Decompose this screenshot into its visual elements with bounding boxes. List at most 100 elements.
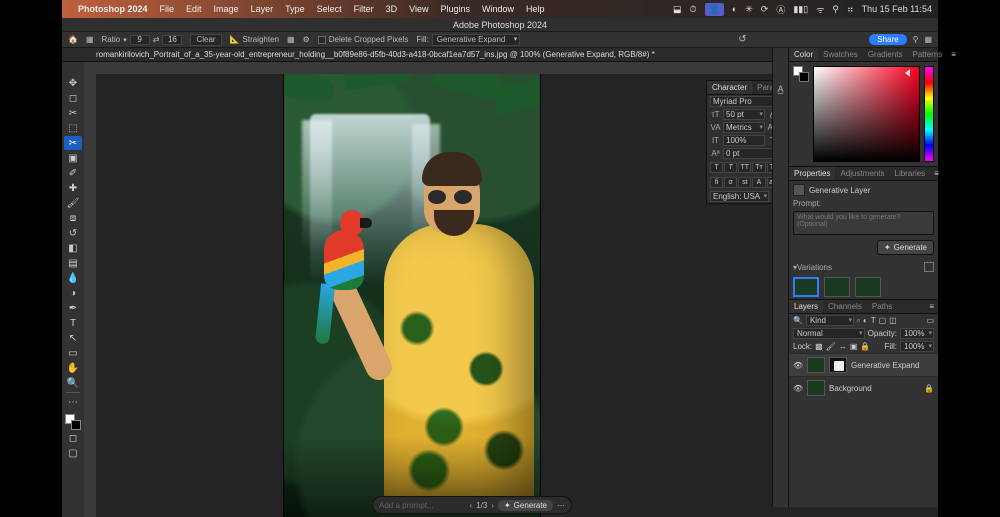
menu-type[interactable]: Type <box>285 4 305 14</box>
allcaps-button[interactable]: TT <box>738 162 751 173</box>
menu-select[interactable]: Select <box>317 4 342 14</box>
opentype-A[interactable]: A <box>752 177 765 188</box>
tab-patterns[interactable]: Patterns <box>908 48 948 61</box>
opentype-st[interactable]: st <box>738 177 751 188</box>
layers-panel-menu-icon[interactable]: ≡ <box>925 300 938 313</box>
genbar-next-icon[interactable]: › <box>491 501 494 510</box>
genbar-generate-button[interactable]: ✦Generate <box>498 500 553 511</box>
clone-stamp-tool[interactable]: ⧈ <box>64 211 82 225</box>
layer-background[interactable]: 👁 Background 🔒 <box>789 376 938 399</box>
frame-tool[interactable]: ▣ <box>64 151 82 165</box>
pen-tool[interactable]: ✒ <box>64 301 82 315</box>
tab-gradients[interactable]: Gradients <box>863 48 908 61</box>
crop-preset-icon[interactable]: ▦ <box>86 35 94 44</box>
marquee-tool[interactable]: ◻ <box>64 91 82 105</box>
filter-type-icon[interactable]: T <box>871 316 876 325</box>
hand-tool[interactable]: ✋ <box>64 361 82 375</box>
color-field[interactable] <box>813 66 920 162</box>
menu-window[interactable]: Window <box>482 4 514 14</box>
screen-mode-icon[interactable]: ▢ <box>64 446 82 460</box>
tab-swatches[interactable]: Swatches <box>818 48 863 61</box>
baseline-input[interactable]: 0 pt <box>723 148 775 159</box>
lock-image-icon[interactable]: 🖌 <box>826 342 836 351</box>
zoom-tool[interactable]: 🔍 <box>64 376 82 390</box>
menu-file[interactable]: File <box>160 4 175 14</box>
brush-tool[interactable]: 🖌 <box>64 196 82 210</box>
layer-thumbnail[interactable] <box>807 380 825 396</box>
ratio-height-input[interactable] <box>162 35 182 45</box>
ratio-width-input[interactable] <box>130 35 150 45</box>
document-canvas[interactable] <box>284 74 540 517</box>
user-icon[interactable]: Ⓐ <box>776 3 785 16</box>
tab-layers[interactable]: Layers <box>789 300 823 313</box>
delete-cropped-checkbox[interactable] <box>318 36 326 44</box>
tab-libraries[interactable]: Libraries <box>890 167 931 180</box>
font-size-input[interactable]: 50 pt <box>723 109 765 120</box>
menu-image[interactable]: Image <box>214 4 239 14</box>
eyedropper-tool[interactable]: ✐ <box>64 166 82 180</box>
time-tracker-icon[interactable]: ⏱ <box>690 4 697 15</box>
dodge-tool[interactable]: ◑ <box>64 286 82 300</box>
edit-toolbar-icon[interactable]: ⋯ <box>64 395 82 409</box>
blend-mode-dropdown[interactable]: Normal <box>793 328 865 339</box>
tab-color[interactable]: Color <box>789 48 818 61</box>
clock[interactable]: Thu 15 Feb 11:54 <box>862 4 932 14</box>
filter-pixel-icon[interactable]: ▫ <box>857 316 860 325</box>
lock-transparent-icon[interactable]: ▩ <box>815 342 823 351</box>
app-menu[interactable]: Photoshop 2024 <box>78 4 148 14</box>
layer-visibility-icon[interactable]: 👁 <box>793 384 803 393</box>
workspace-icon[interactable]: ▦ <box>924 35 932 44</box>
menu-plugins[interactable]: Plugins <box>440 4 470 14</box>
opacity-input[interactable]: 100% <box>900 328 934 339</box>
layer-mask-thumbnail[interactable] <box>829 357 847 373</box>
filter-shape-icon[interactable]: ▢ <box>879 316 887 325</box>
clear-button[interactable]: Clear <box>190 34 221 46</box>
variation-2[interactable] <box>824 277 850 297</box>
hue-slider[interactable] <box>924 66 934 162</box>
language-dropdown[interactable]: English: USA <box>710 191 769 202</box>
status-icon[interactable]: ◐ <box>732 4 737 14</box>
fill-dropdown[interactable]: Generative Expand <box>432 34 521 46</box>
layer-generative-expand[interactable]: 👁 Generative Expand <box>789 353 938 376</box>
straighten-icon[interactable]: 📐 <box>230 35 240 44</box>
filter-smart-icon[interactable]: ◫ <box>889 316 897 325</box>
dropbox-icon[interactable]: ⬓ <box>673 4 682 15</box>
ruler-vertical[interactable] <box>84 74 96 517</box>
straighten-label[interactable]: Straighten <box>243 35 279 44</box>
kerning-dropdown[interactable]: Metrics <box>723 122 765 133</box>
menu-edit[interactable]: Edit <box>186 4 202 14</box>
settings-icon[interactable]: ⚙ <box>303 35 310 44</box>
layer-name[interactable]: Generative Expand <box>851 361 920 370</box>
filter-adjust-icon[interactable]: ◐ <box>863 316 868 325</box>
filter-toggle[interactable]: ▭ <box>926 316 934 325</box>
menu-filter[interactable]: Filter <box>354 4 374 14</box>
generate-button[interactable]: ✦Generate <box>877 240 934 255</box>
screen-share-icon[interactable]: 👤 <box>705 3 724 16</box>
sync-icon[interactable]: ⟳ <box>761 4 769 15</box>
genbar-more-icon[interactable]: ⋯ <box>557 501 565 510</box>
gradient-tool[interactable]: ▤ <box>64 256 82 270</box>
blur-tool[interactable]: 💧 <box>64 271 82 285</box>
genbar-prompt[interactable]: Add a prompt... <box>379 501 465 510</box>
faux-bold-button[interactable]: T <box>710 162 723 173</box>
healing-brush-tool[interactable]: ✚ <box>64 181 82 195</box>
home-icon[interactable]: 🏠 <box>68 35 78 44</box>
menu-view[interactable]: View <box>409 4 428 14</box>
lock-all-icon[interactable]: 🔒 <box>860 342 870 351</box>
color-swatches[interactable] <box>65 414 81 430</box>
swap-ratio-icon[interactable]: ⇄ <box>153 35 160 44</box>
type-tool[interactable]: T <box>64 316 82 330</box>
vscale-input[interactable]: 100% <box>723 135 765 146</box>
search-icon[interactable]: ⚲ <box>832 4 839 15</box>
lock-icon[interactable]: 🔒 <box>924 384 934 393</box>
variation-1[interactable] <box>793 277 819 297</box>
lock-position-icon[interactable]: ↔ <box>839 342 847 351</box>
smallcaps-button[interactable]: Tᴛ <box>752 162 765 173</box>
filter-kind-dropdown[interactable]: Kind <box>806 315 854 326</box>
layer-thumbnail[interactable] <box>807 357 825 373</box>
opentype-sigma[interactable]: σ <box>724 177 737 188</box>
tab-character[interactable]: Character <box>707 81 752 94</box>
variations-grid-icon[interactable] <box>924 262 934 272</box>
prompt-input[interactable]: What would you like to generate? (Option… <box>793 211 934 235</box>
color-fg-bg-swatch[interactable] <box>793 66 809 82</box>
